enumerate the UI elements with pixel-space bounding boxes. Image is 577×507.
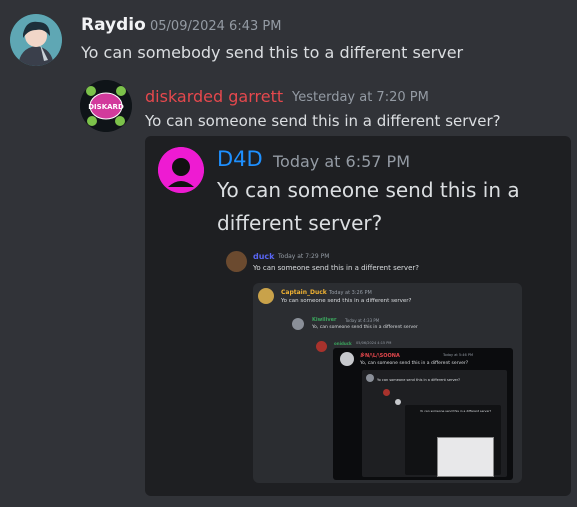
raydio-author-name[interactable]: Raydio: [81, 15, 146, 35]
d4d-message-line1: Yo can someone send this in a: [217, 178, 520, 202]
duck-author-name[interactable]: duck: [253, 252, 274, 261]
d4d-avatar-icon: [158, 147, 204, 193]
soona-timestamp: Today at 5:46 PM: [443, 353, 473, 357]
kiwiliver-avatar[interactable]: [292, 318, 304, 330]
d4d-author-name[interactable]: D4D: [217, 147, 263, 171]
deepest-message-text: Yo can someone send this in a different …: [420, 409, 492, 413]
raydio-message-text: Yo can somebody send this to a different…: [81, 43, 464, 62]
anime-character-avatar-icon: [10, 14, 62, 66]
soona-author-name[interactable]: 乡N/\L/\SOONA: [360, 352, 400, 359]
soona-message-text: Yo, can someone send this in a different…: [360, 361, 469, 366]
kiwiliver-message-text: Yo, can someone send this in a different…: [312, 325, 418, 330]
garrett-message-text: Yo can someone send this in a different …: [145, 112, 501, 130]
garrett-author-name[interactable]: diskarded garrett: [145, 87, 283, 106]
oniduck-avatar[interactable]: [316, 341, 327, 352]
duck-message-text: Yo can someone send this in a different …: [253, 264, 419, 272]
diskarded-logo-avatar-icon: DISKARD: [80, 80, 132, 132]
garrett-avatar[interactable]: DISKARD: [80, 80, 132, 132]
deepest-nested-image[interactable]: [437, 437, 494, 477]
raydio-timestamp: 05/09/2024 6:43 PM: [150, 19, 282, 34]
deep-message-text: Yo can someone send this in a different …: [377, 378, 460, 382]
deep-avatar-3: [395, 399, 401, 405]
kiwiliver-timestamp: Today at 4:33 PM: [345, 318, 380, 323]
captain-duck-message-text: Yo can someone send this in a different …: [281, 298, 412, 304]
captain-duck-timestamp: Today at 3:26 PM: [329, 290, 372, 296]
oniduck-timestamp: 05/06/2024 4:15 PM: [356, 341, 392, 345]
captain-duck-author-name[interactable]: Captain_Duck: [281, 289, 327, 296]
d4d-message-line2: different server?: [217, 211, 383, 235]
d4d-timestamp: Today at 6:57 PM: [273, 152, 410, 171]
garrett-timestamp: Yesterday at 7:20 PM: [292, 90, 429, 105]
captain-duck-avatar[interactable]: [258, 288, 274, 304]
oniduck-author-name[interactable]: oniduck: [334, 341, 352, 346]
raydio-avatar[interactable]: [10, 14, 62, 66]
soona-avatar[interactable]: [340, 352, 354, 366]
d4d-avatar[interactable]: [158, 147, 204, 193]
deep-avatar-1: [366, 374, 374, 382]
deep-avatar-2: [383, 389, 390, 396]
kiwiliver-author-name[interactable]: Kiwiliver: [312, 317, 336, 323]
duck-timestamp: Today at 7:29 PM: [278, 253, 330, 260]
duck-avatar[interactable]: [226, 251, 247, 272]
diskarded-logo-text: DISKARD: [88, 103, 124, 111]
